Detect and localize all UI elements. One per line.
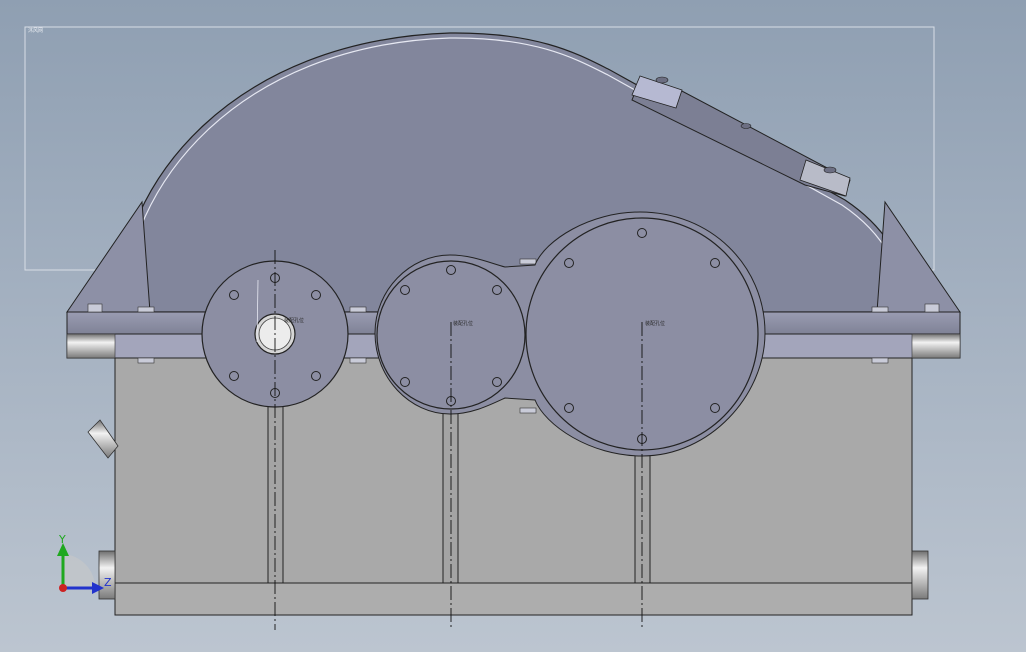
graphics-viewport[interactable]: 沐风网 装配孔位 装配孔位 装配孔位 Y Z <box>0 0 1026 652</box>
dipstick-tube[interactable] <box>87 419 119 459</box>
flange-wing-right <box>876 200 961 313</box>
axis-z-label: Z <box>104 576 112 589</box>
base-stud-right <box>911 550 929 600</box>
base-stud-left <box>98 550 116 600</box>
shaft1-annotation: 装配孔位 <box>284 317 304 324</box>
shaft2-annotation: 装配孔位 <box>453 320 473 327</box>
watermark: 沐风网 <box>28 27 43 34</box>
base-plate[interactable] <box>114 582 913 616</box>
gearbox-model[interactable]: 沐风网 装配孔位 装配孔位 装配孔位 Y Z <box>0 0 1026 652</box>
shaft3-annotation: 装配孔位 <box>645 320 665 327</box>
axis-y-label: Y <box>58 533 66 546</box>
flange-wing-left <box>66 200 151 313</box>
